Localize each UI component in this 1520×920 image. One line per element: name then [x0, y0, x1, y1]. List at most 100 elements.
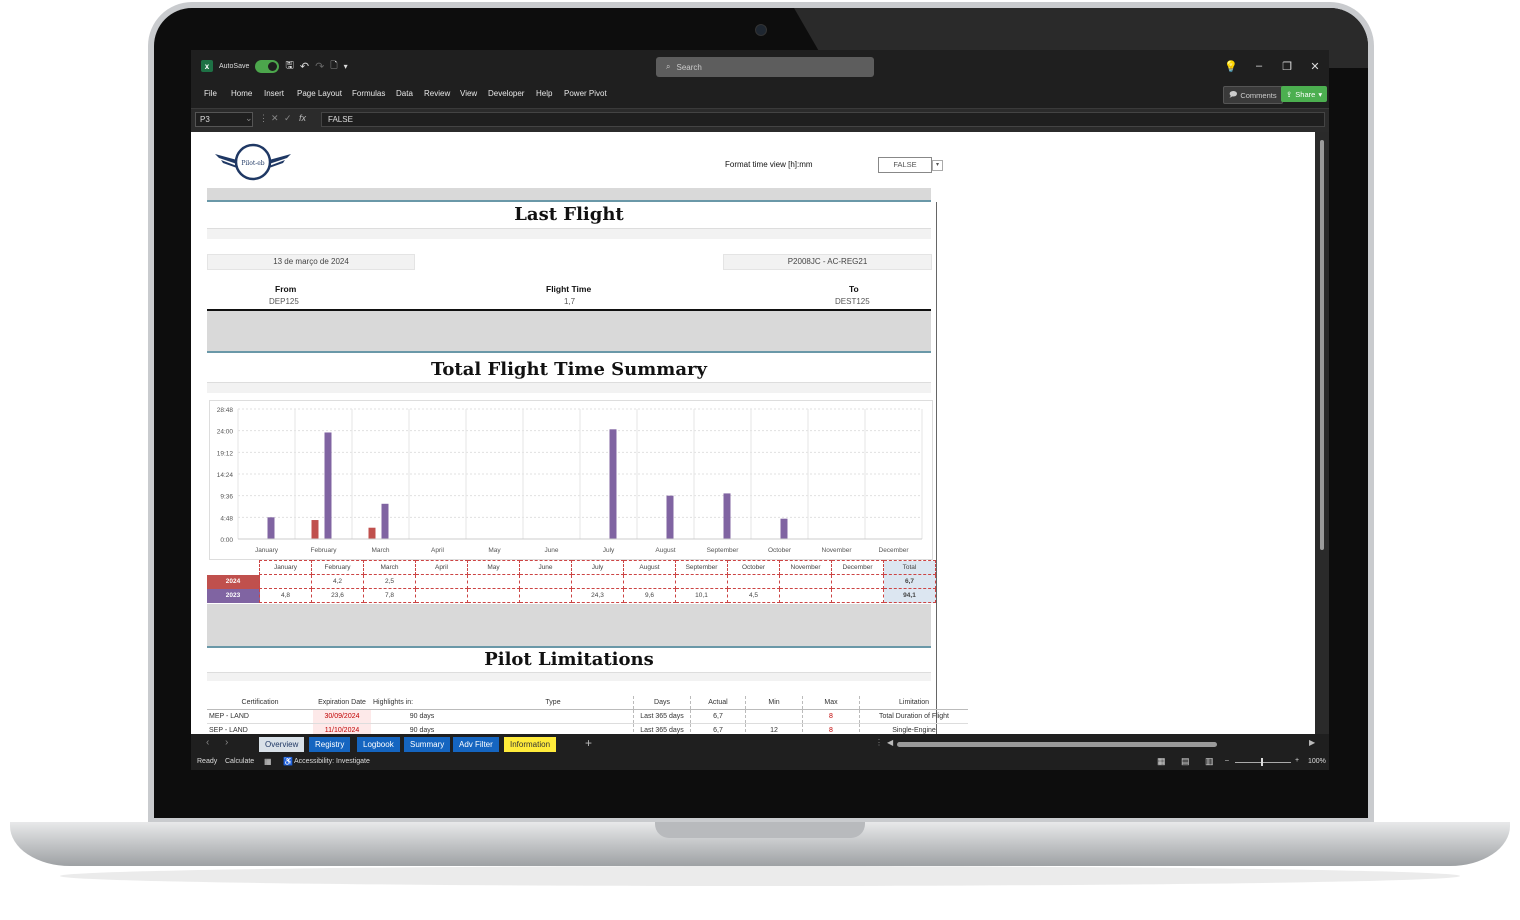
- menu-view[interactable]: View: [460, 89, 477, 98]
- customize-toolbar-icon[interactable]: ▾: [344, 62, 348, 71]
- table-cell[interactable]: Single-Engine: [859, 723, 968, 734]
- table-cell[interactable]: 90 days: [371, 709, 473, 724]
- table-cell[interactable]: [831, 574, 884, 589]
- menu-help[interactable]: Help: [536, 89, 552, 98]
- menu-developer[interactable]: Developer: [488, 89, 524, 98]
- table-cell[interactable]: 24,3: [571, 588, 624, 603]
- table-cell[interactable]: [831, 588, 884, 603]
- table-cell[interactable]: 7,8: [363, 588, 416, 603]
- format-time-cell[interactable]: FALSE: [878, 157, 932, 173]
- undo-icon[interactable]: ↶: [300, 60, 309, 73]
- tab-summary[interactable]: Summary: [404, 737, 451, 752]
- add-sheet-icon[interactable]: +: [585, 736, 592, 750]
- table-cell[interactable]: 90 days: [371, 723, 473, 734]
- table-cell[interactable]: MEP - LAND: [207, 709, 313, 724]
- close-button[interactable]: ✕: [1301, 60, 1329, 73]
- table-cell[interactable]: [415, 588, 468, 603]
- page-layout-view-icon[interactable]: ▤: [1181, 756, 1190, 767]
- table-cell[interactable]: Total Duration of Flight: [859, 709, 968, 724]
- table-cell[interactable]: [467, 588, 520, 603]
- table-cell[interactable]: 4,5: [727, 588, 780, 603]
- table-cell[interactable]: 10,1: [675, 588, 728, 603]
- scroll-left-icon[interactable]: ◀: [887, 738, 893, 747]
- table-cell[interactable]: SEP - LAND: [207, 723, 313, 734]
- table-cell[interactable]: [779, 574, 832, 589]
- table-cell[interactable]: [779, 588, 832, 603]
- zoom-slider-handle[interactable]: [1261, 758, 1263, 766]
- table-cell[interactable]: 30/09/2024: [313, 709, 371, 724]
- table-cell[interactable]: 6,7: [690, 723, 746, 734]
- zoom-in-icon[interactable]: +: [1295, 757, 1299, 764]
- table-cell[interactable]: [623, 574, 676, 589]
- menu-power-pivot[interactable]: Power Pivot: [564, 89, 607, 98]
- zoom-slider[interactable]: [1235, 762, 1291, 763]
- table-cell[interactable]: 11/10/2024: [313, 723, 371, 734]
- menu-home[interactable]: Home: [231, 89, 252, 98]
- menu-data[interactable]: Data: [396, 89, 413, 98]
- new-file-icon[interactable]: 🗋: [330, 58, 337, 74]
- menu-review[interactable]: Review: [424, 89, 450, 98]
- table-cell[interactable]: [675, 574, 728, 589]
- restore-button[interactable]: ❐: [1273, 60, 1301, 73]
- table-cell[interactable]: 6,7: [883, 574, 936, 589]
- comments-button[interactable]: 🗩 Comments: [1223, 86, 1283, 104]
- table-cell[interactable]: [415, 574, 468, 589]
- cancel-icon[interactable]: ✕: [271, 113, 279, 124]
- table-cell[interactable]: 4,2: [311, 574, 364, 589]
- redo-icon[interactable]: ↷: [315, 60, 324, 73]
- table-cell[interactable]: Last 365 days: [633, 723, 691, 734]
- table-cell[interactable]: 8: [802, 723, 860, 734]
- table-cell[interactable]: 23,6: [311, 588, 364, 603]
- tab-overview[interactable]: Overview: [259, 737, 305, 752]
- lightbulb-icon[interactable]: 💡: [1217, 60, 1245, 73]
- scroll-thumb[interactable]: [1320, 140, 1324, 550]
- menu-file[interactable]: File: [204, 89, 217, 98]
- function-icon[interactable]: fx: [299, 113, 306, 123]
- formula-input[interactable]: FALSE: [321, 112, 1325, 127]
- table-cell[interactable]: [259, 574, 312, 589]
- table-cell[interactable]: [571, 574, 624, 589]
- share-button[interactable]: ⇪ Share ▾: [1281, 86, 1328, 102]
- tab-information[interactable]: Information: [504, 737, 557, 752]
- menu-formulas[interactable]: Formulas: [352, 89, 385, 98]
- table-cell[interactable]: [519, 588, 572, 603]
- tab-registry[interactable]: Registry: [309, 737, 351, 752]
- macro-icon[interactable]: ▦: [264, 757, 272, 766]
- table-cell[interactable]: 94,1: [883, 588, 936, 603]
- zoom-level[interactable]: 100%: [1308, 758, 1326, 765]
- zoom-out-icon[interactable]: –: [1225, 757, 1229, 764]
- table-cell[interactable]: [473, 709, 634, 724]
- save-icon[interactable]: 🖫: [285, 58, 294, 75]
- autosave-toggle[interactable]: [255, 59, 280, 73]
- scroll-right-icon[interactable]: ▶: [1309, 738, 1315, 747]
- table-cell[interactable]: [473, 723, 634, 734]
- normal-view-icon[interactable]: ▦: [1157, 756, 1166, 767]
- prev-sheet-icon[interactable]: ‹: [206, 737, 209, 748]
- dropdown-arrow-icon[interactable]: ▾: [932, 160, 943, 171]
- table-cell[interactable]: [467, 574, 520, 589]
- table-cell[interactable]: 2,5: [363, 574, 416, 589]
- search-input[interactable]: ⌕ Search: [656, 57, 874, 77]
- status-accessibility[interactable]: Accessibility: Investigate: [294, 758, 370, 765]
- table-cell[interactable]: 4,8: [259, 588, 312, 603]
- tab-adv-filter[interactable]: Adv Filter: [453, 737, 499, 752]
- table-cell[interactable]: Last 365 days: [633, 709, 691, 724]
- table-cell[interactable]: [745, 709, 803, 724]
- page-break-view-icon[interactable]: ▥: [1205, 756, 1214, 767]
- table-cell[interactable]: 8: [802, 709, 860, 724]
- status-calculate[interactable]: Calculate: [225, 758, 254, 765]
- menu-page-layout[interactable]: Page Layout: [297, 89, 342, 98]
- tab-logbook[interactable]: Logbook: [357, 737, 400, 752]
- table-cell[interactable]: [727, 574, 780, 589]
- menu-insert[interactable]: Insert: [264, 89, 284, 98]
- next-sheet-icon[interactable]: ›: [225, 737, 228, 748]
- table-cell[interactable]: 12: [745, 723, 803, 734]
- enter-icon[interactable]: ✓: [284, 113, 292, 124]
- table-cell[interactable]: 9,6: [623, 588, 676, 603]
- minimize-button[interactable]: –: [1245, 60, 1273, 72]
- table-cell[interactable]: 6,7: [690, 709, 746, 724]
- worksheet[interactable]: Pilot-eb Format time view [h]:mm FALSE ▾…: [191, 132, 1315, 734]
- name-box-chevron-icon[interactable]: ⌄: [245, 113, 253, 124]
- vertical-scrollbar[interactable]: [1315, 132, 1329, 734]
- table-cell[interactable]: [519, 574, 572, 589]
